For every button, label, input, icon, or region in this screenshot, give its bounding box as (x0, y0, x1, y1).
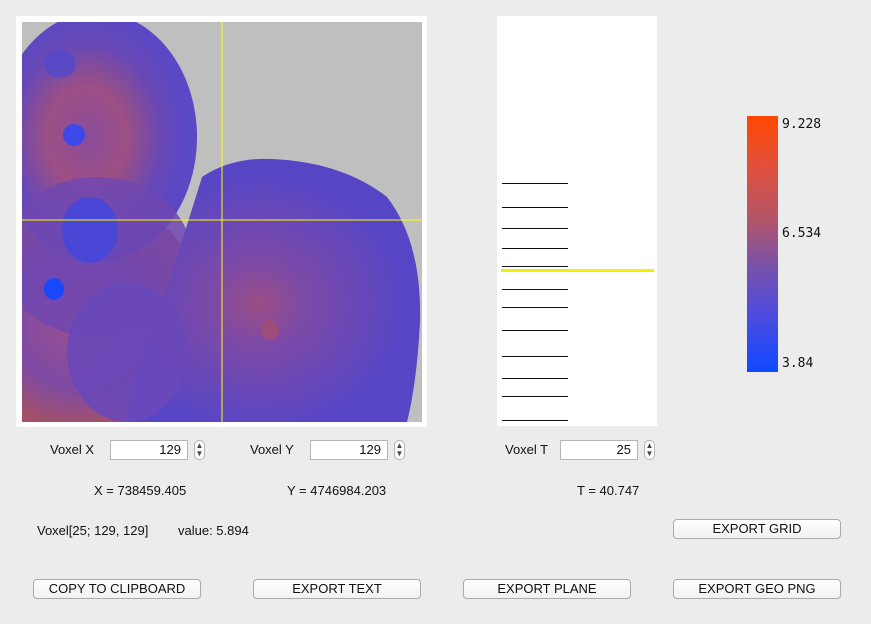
chevron-down-icon[interactable]: ▼ (646, 449, 654, 458)
color-scale-bar (747, 116, 778, 372)
chevron-down-icon[interactable]: ▼ (396, 449, 404, 458)
time-tick (502, 248, 568, 249)
voxel-x-label: Voxel X (50, 442, 95, 457)
time-tick (502, 396, 568, 397)
time-tick (502, 266, 568, 267)
time-tick (502, 289, 568, 290)
time-tick (502, 183, 568, 184)
voxel-y-input[interactable]: 129 (310, 440, 388, 460)
voxel-x-input[interactable]: 129 (110, 440, 188, 460)
colorbar-min-label: 3.84 (782, 356, 814, 371)
export-text-button[interactable]: EXPORT TEXT (253, 579, 421, 599)
y-coordinate: Y = 4746984.203 (287, 483, 387, 498)
time-tick (502, 207, 568, 208)
chevron-down-icon[interactable]: ▼ (196, 449, 204, 458)
voxel-t-input[interactable]: 25 (560, 440, 638, 460)
time-tick (502, 378, 568, 379)
time-tick (502, 307, 568, 308)
export-grid-button[interactable]: EXPORT GRID (673, 519, 841, 539)
voxel-x-stepper[interactable]: ▲ ▼ (194, 440, 205, 460)
export-plane-button[interactable]: EXPORT PLANE (463, 579, 631, 599)
voxel-t-label: Voxel T (505, 442, 549, 457)
voxel-t-stepper[interactable]: ▲ ▼ (644, 440, 655, 460)
voxel-plane-map[interactable] (22, 22, 422, 422)
t-coordinate: T = 40.747 (577, 483, 640, 498)
voxel-y-stepper[interactable]: ▲ ▼ (394, 440, 405, 460)
voxel-plane-heatmap (22, 22, 422, 422)
export-geo-png-button[interactable]: EXPORT GEO PNG (673, 579, 841, 599)
time-tick (502, 228, 568, 229)
voxel-index: Voxel[25; 129, 129] (37, 523, 149, 538)
voxel-y-label: Voxel Y (250, 442, 294, 457)
time-tick (502, 420, 568, 421)
copy-to-clipboard-button[interactable]: COPY TO CLIPBOARD (33, 579, 201, 599)
x-coordinate: X = 738459.405 (94, 483, 187, 498)
time-axis-panel[interactable] (497, 16, 657, 426)
voxel-value: value: 5.894 (178, 523, 249, 538)
colorbar-mid-label: 6.534 (782, 226, 822, 241)
time-tick (502, 356, 568, 357)
time-tick (502, 330, 568, 331)
time-cursor[interactable] (501, 269, 654, 272)
colorbar-max-label: 9.228 (782, 117, 822, 132)
